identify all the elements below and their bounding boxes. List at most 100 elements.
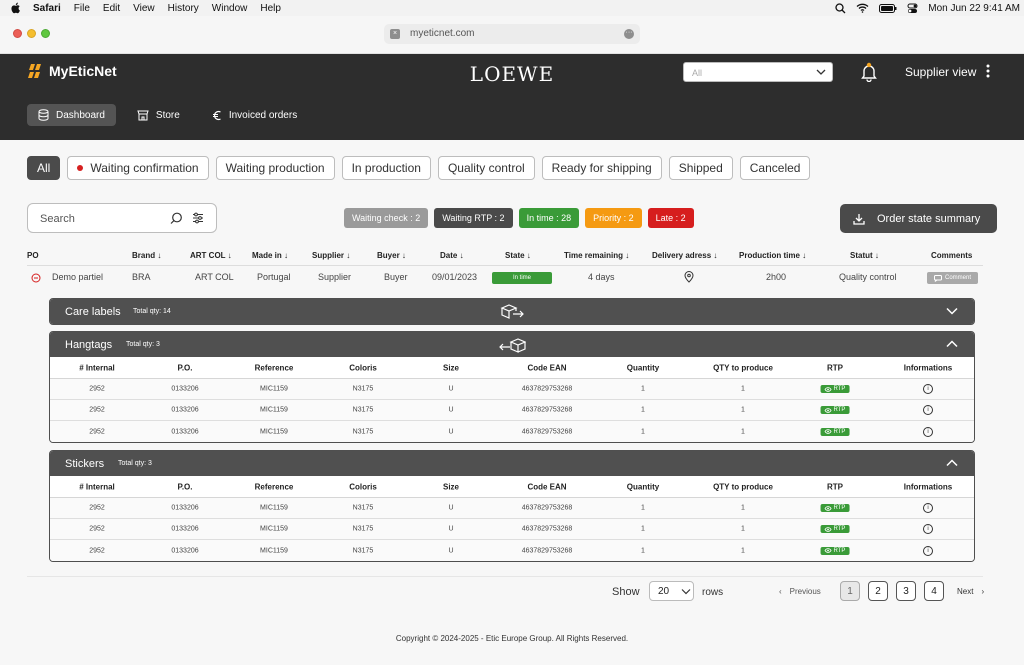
counter-in-time[interactable]: In time : 28 (518, 208, 580, 228)
filter-ready-for-shipping[interactable]: Ready for shipping (541, 156, 662, 180)
col-brand[interactable]: Brand ↓ (132, 251, 161, 260)
filter-in-production[interactable]: In production (341, 156, 431, 180)
rtp-badge[interactable]: RTP (820, 546, 850, 555)
more-options-icon[interactable]: ··· (624, 29, 634, 39)
menu-app-name[interactable]: Safari (33, 3, 61, 14)
previous-page-button[interactable]: ‹ Previous (779, 587, 821, 596)
filter-shipped[interactable]: Shipped (668, 156, 733, 180)
info-icon[interactable]: i (923, 384, 933, 394)
rtp-badge[interactable]: RTP (820, 525, 850, 533)
menu-edit[interactable]: Edit (103, 3, 120, 14)
table-row[interactable]: 2952 0133206 MIC1159 N3175 U 46378297532… (50, 519, 974, 540)
col-delivery-address[interactable]: Delivery adress ↓ (652, 251, 717, 260)
chevron-up-icon[interactable] (946, 340, 958, 348)
filter-label: Quality control (447, 161, 525, 175)
menu-view[interactable]: View (133, 3, 155, 14)
cell-reference: MIC1159 (260, 385, 288, 393)
col-po[interactable]: PO (27, 251, 39, 260)
filter-all[interactable]: All (27, 156, 61, 180)
nav-invoiced-orders[interactable]: Invoiced orders (201, 104, 308, 126)
counter-priority[interactable]: Priority : 2 (585, 208, 642, 228)
info-icon[interactable]: i (923, 426, 933, 437)
info-icon[interactable]: i (923, 545, 933, 556)
order-state-summary-button[interactable]: Order state summary (840, 204, 997, 233)
minimize-window-button[interactable] (27, 29, 36, 38)
info-icon[interactable]: i (923, 405, 933, 415)
section-header[interactable]: Care labels Total qty: 14 (50, 299, 974, 324)
address-bar[interactable]: × myeticnet.com ··· (384, 24, 640, 44)
rtp-label: RTP (833, 547, 846, 554)
col-made-in[interactable]: Made in ↓ (252, 251, 288, 260)
apple-icon[interactable] (10, 2, 21, 14)
menu-history[interactable]: History (168, 3, 199, 14)
col-date[interactable]: Date ↓ (440, 251, 464, 260)
location-pin-icon[interactable] (684, 271, 694, 285)
section-header[interactable]: Hangtags Total qty: 3 (50, 332, 974, 357)
col-comments[interactable]: Comments (931, 251, 972, 260)
nav-dashboard[interactable]: Dashboard (27, 104, 116, 126)
filter-waiting-production[interactable]: Waiting production (215, 156, 335, 180)
notification-bell-icon[interactable] (860, 62, 878, 82)
zoom-window-button[interactable] (41, 29, 50, 38)
col-time-remaining[interactable]: Time remaining ↓ (564, 251, 629, 260)
col-artcol[interactable]: ART COL ↓ (190, 251, 232, 260)
table-row[interactable]: 2952 0133206 MIC1159 N3175 U 46378297532… (50, 379, 974, 400)
filter-waiting-confirmation[interactable]: Waiting confirmation (67, 156, 209, 180)
clock[interactable]: Mon Jun 22 9:41 AM (928, 3, 1020, 14)
info-icon[interactable]: i (923, 524, 933, 534)
page-button[interactable]: 1 (840, 581, 860, 601)
search-icon[interactable] (170, 212, 183, 225)
close-window-button[interactable] (13, 29, 22, 38)
rows-per-page-select[interactable]: 20 (649, 581, 694, 601)
section-header[interactable]: Stickers Total qty: 3 (50, 451, 974, 476)
col-state[interactable]: State ↓ (505, 251, 531, 260)
search-icon[interactable] (835, 2, 846, 14)
info-icon[interactable]: i (923, 503, 933, 513)
kebab-menu-icon[interactable] (986, 64, 990, 78)
menu-window[interactable]: Window (212, 3, 248, 14)
page-button[interactable]: 3 (896, 581, 916, 601)
control-center-icon[interactable] (907, 3, 918, 14)
filter-sliders-icon[interactable] (192, 212, 204, 224)
filter-quality-control[interactable]: Quality control (437, 156, 535, 180)
chevron-up-icon[interactable] (946, 459, 958, 467)
table-row[interactable]: 2952 0133206 MIC1159 N3175 U 46378297532… (50, 400, 974, 421)
chevron-down-icon[interactable] (946, 307, 958, 315)
comment-button[interactable]: Comment (927, 272, 978, 284)
cell-size: U (448, 428, 454, 435)
col-statut[interactable]: Statut ↓ (850, 251, 879, 260)
col-reference: Reference (254, 482, 294, 491)
counter-late[interactable]: Late : 2 (647, 208, 694, 228)
battery-icon[interactable] (879, 3, 897, 13)
url-text[interactable]: myeticnet.com (410, 28, 474, 39)
status-filter-bar: All Waiting confirmation Waiting product… (27, 156, 811, 180)
rtp-badge[interactable]: RTP (820, 504, 850, 512)
filter-canceled[interactable]: Canceled (739, 156, 811, 180)
rtp-badge[interactable]: RTP (820, 406, 850, 414)
cell-qty-to-produce: 1 (741, 428, 745, 435)
order-row[interactable]: Demo partiel BRA ART COL Portugal Suppli… (27, 271, 983, 287)
col-supplier[interactable]: Supplier ↓ (312, 251, 350, 260)
table-row[interactable]: 2952 0133206 MIC1159 N3175 U 46378297532… (50, 421, 974, 442)
collapse-row-icon[interactable] (31, 273, 41, 285)
table-row[interactable]: 2952 0133206 MIC1159 N3175 U 46378297532… (50, 498, 974, 519)
counter-waiting-rtp[interactable]: Waiting RTP : 2 (434, 208, 513, 228)
menu-help[interactable]: Help (260, 3, 281, 14)
col-rtp: RTP (827, 482, 843, 491)
rtp-badge[interactable]: RTP (820, 385, 850, 393)
table-row[interactable]: 2952 0133206 MIC1159 N3175 U 46378297532… (50, 540, 974, 561)
page-button[interactable]: 2 (868, 581, 888, 601)
next-page-button[interactable]: Next › (957, 587, 984, 596)
supplier-view-label[interactable]: Supplier view (905, 65, 976, 79)
counter-waiting-check[interactable]: Waiting check : 2 (344, 208, 429, 228)
col-production-time[interactable]: Production time ↓ (739, 251, 806, 260)
menu-file[interactable]: File (74, 3, 90, 14)
col-coloris: Coloris (349, 363, 377, 372)
brand-select[interactable]: All (683, 62, 833, 82)
rtp-badge[interactable]: RTP (820, 427, 850, 436)
nav-store[interactable]: Store (126, 104, 191, 126)
search-input[interactable]: Search (27, 203, 217, 233)
page-button[interactable]: 4 (924, 581, 944, 601)
wifi-icon[interactable] (856, 3, 869, 13)
col-buyer[interactable]: Buyer ↓ (377, 251, 406, 260)
